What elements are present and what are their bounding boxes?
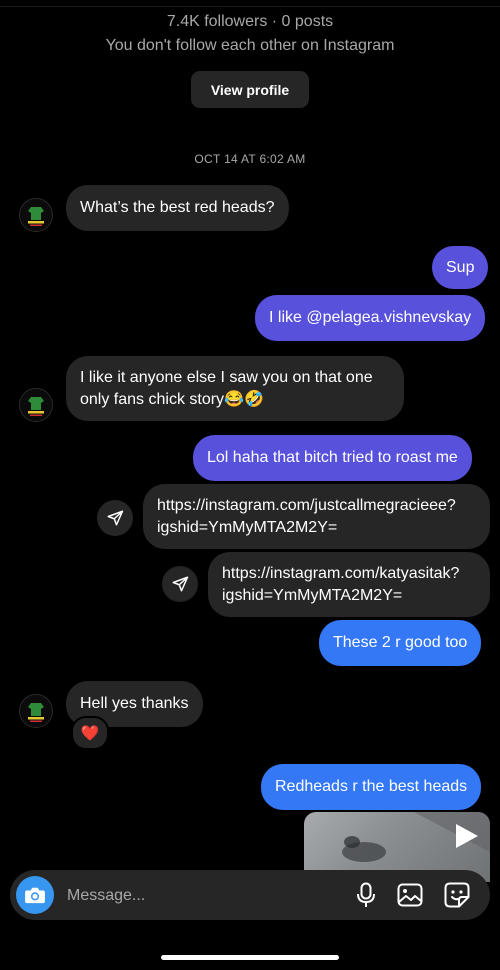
message-input[interactable] — [65, 883, 339, 909]
heart-reaction[interactable]: ❤️ — [71, 716, 109, 750]
link-text-line[interactable]: https://instagram.com/katyasitak? — [222, 563, 459, 585]
message-bubble-outgoing[interactable]: Sup — [432, 246, 489, 289]
share-button[interactable] — [97, 500, 133, 536]
avatar-logo — [20, 389, 52, 421]
message-text-line: I like it anyone else I saw you on that … — [80, 368, 373, 386]
message-bubble-outgoing[interactable]: Lol haha that bitch tried to roast me — [193, 435, 472, 481]
share-button[interactable] — [162, 566, 198, 602]
avatar-logo — [20, 695, 52, 727]
message-text: What’s the best red heads? — [80, 199, 275, 216]
avatar-logo — [20, 199, 52, 231]
link-message-bubble[interactable]: https://instagram.com/katyasitak? igshid… — [208, 552, 490, 617]
link-text-line[interactable]: https://instagram.com/justcallmegracieee… — [157, 495, 456, 517]
microphone-button[interactable] — [352, 881, 380, 909]
message-bubble-outgoing[interactable]: Redheads r the best heads — [261, 764, 482, 810]
link-text-line[interactable]: igshid=YmMyMTA2M2Y= — [157, 517, 456, 539]
avatar[interactable] — [19, 198, 53, 232]
top-divider — [0, 6, 500, 7]
share-icon — [107, 510, 124, 526]
profile-relationship: You don't follow each other on Instagram — [105, 37, 395, 54]
play-icon[interactable] — [454, 822, 480, 850]
message-text-line: only fans chick story😂🤣 — [80, 390, 264, 408]
sticker-icon — [444, 882, 470, 908]
microphone-icon — [357, 882, 375, 907]
message-bubble-incoming[interactable]: I like it anyone else I saw you on that … — [66, 356, 404, 421]
link-text-line[interactable]: igshid=YmMyMTA2M2Y= — [222, 585, 459, 607]
thread-timestamp: OCT 14 AT 6:02 AM — [194, 152, 306, 166]
view-profile-button[interactable]: View profile — [191, 71, 309, 108]
message-text: Redheads r the best heads — [275, 778, 468, 795]
message-text: I like @pelagea.vishnevskay — [269, 309, 472, 326]
message-bubble-outgoing[interactable]: These 2 r good too — [319, 620, 482, 666]
share-icon — [172, 576, 189, 592]
message-composer — [10, 870, 490, 920]
gallery-button[interactable] — [396, 881, 424, 909]
home-indicator — [161, 955, 339, 960]
message-text: These 2 r good too — [333, 634, 468, 651]
profile-stats: 7.4K followers · 0 posts — [166, 13, 334, 30]
message-text: Sup — [446, 258, 475, 276]
message-bubble-outgoing[interactable]: I like @pelagea.vishnevskay — [255, 295, 486, 341]
message-text: Hell yes thanks — [80, 695, 189, 712]
sticker-button[interactable] — [443, 881, 471, 909]
avatar[interactable] — [19, 388, 53, 422]
message-bubble-incoming[interactable]: What’s the best red heads? — [66, 185, 289, 231]
camera-button[interactable] — [16, 876, 54, 914]
avatar[interactable] — [19, 694, 53, 728]
link-message-bubble[interactable]: https://instagram.com/justcallmegracieee… — [143, 484, 490, 549]
message-text: Lol haha that bitch tried to roast me — [207, 449, 458, 466]
camera-icon — [25, 887, 45, 904]
gallery-icon — [397, 883, 423, 907]
